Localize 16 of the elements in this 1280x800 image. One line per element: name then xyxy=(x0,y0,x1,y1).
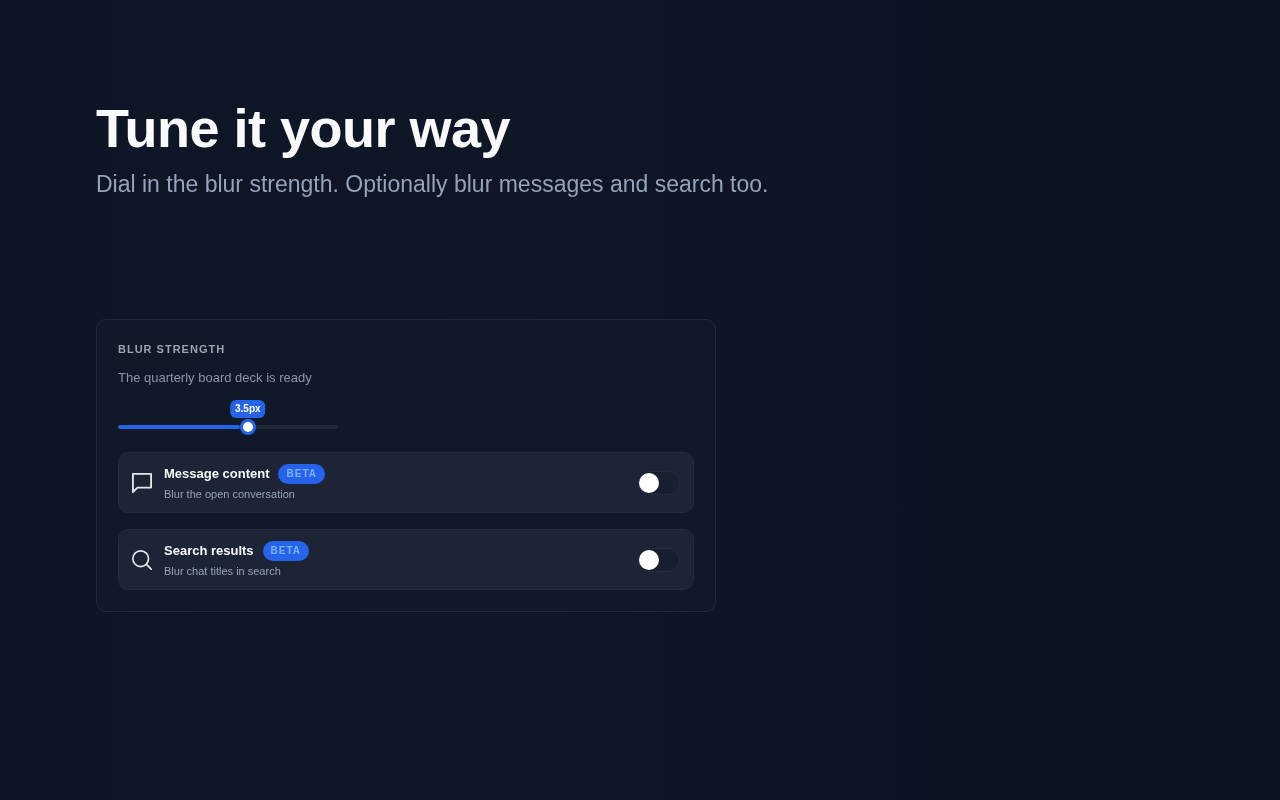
chat-bubble-icon xyxy=(132,472,152,493)
toggle-switch[interactable] xyxy=(638,547,680,572)
beta-badge: BETA xyxy=(278,464,325,484)
beta-badge: BETA xyxy=(262,541,310,561)
page-subtitle: Dial in the blur strength. Optionally blur messages and search too. xyxy=(96,170,769,199)
slider-thumb[interactable] xyxy=(239,419,256,435)
slider-value-tooltip: 3.5px xyxy=(230,400,266,418)
section-label: BLUR STRENGTH xyxy=(118,342,226,356)
search-icon xyxy=(132,549,152,570)
toggle-switch[interactable] xyxy=(638,470,680,495)
option-title: Search results xyxy=(164,543,254,559)
preview-text: The quarterly board deck is ready xyxy=(118,370,312,386)
option-description: Blur the open conversation xyxy=(164,487,295,501)
page-heading: Tune it your way xyxy=(96,97,511,160)
option-description: Blur chat titles in search xyxy=(164,564,281,578)
option-title: Message content xyxy=(164,466,270,482)
